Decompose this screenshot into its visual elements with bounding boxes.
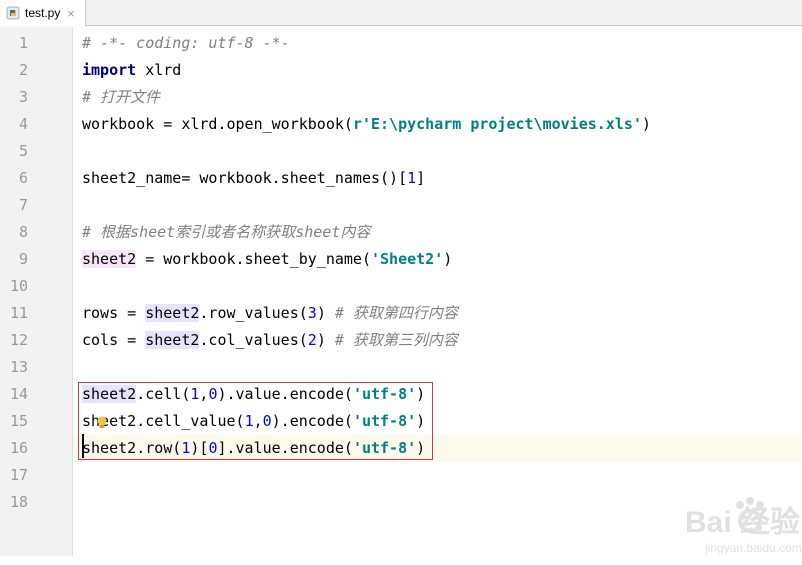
line-number: 3 bbox=[18, 88, 28, 106]
line-number: 16 bbox=[9, 439, 28, 457]
annotation-box bbox=[78, 382, 433, 460]
watermark-url: jingyan.baidu.com bbox=[705, 541, 802, 555]
code-line-3[interactable]: # 打开文件 bbox=[82, 84, 160, 111]
code-text: rows = bbox=[82, 304, 146, 322]
editor-tab-bar: test.py × bbox=[0, 0, 802, 26]
baidu-watermark: Bai 经验 jingyan.baidu.com bbox=[685, 495, 802, 565]
code-text: = workbook.sheet_by_name( bbox=[136, 250, 371, 268]
code-text: ) bbox=[316, 304, 335, 322]
watermark-brand: Bai 经验 bbox=[685, 506, 801, 539]
string-literal: 'Sheet2' bbox=[371, 250, 444, 268]
python-file-icon bbox=[6, 6, 20, 20]
tab-test-py[interactable]: test.py × bbox=[0, 0, 86, 26]
line-number: 2 bbox=[18, 61, 28, 79]
code-line-4[interactable]: workbook = xlrd.open_workbook(r'E:\pycha… bbox=[82, 111, 651, 138]
code-text: .row_values( bbox=[199, 304, 308, 322]
line-number-gutter: 1 2 3 4 5 6 7 8 9 10 11 12 13 14 15 16 1… bbox=[0, 27, 73, 556]
code-line-1[interactable]: # -*- coding: utf-8 -*- bbox=[82, 30, 290, 57]
line-number: 10 bbox=[9, 277, 28, 295]
tab-label: test.py bbox=[25, 6, 61, 20]
number-literal: 1 bbox=[407, 169, 417, 187]
code-text: workbook = xlrd.open_workbook( bbox=[82, 115, 353, 133]
code-text: ] bbox=[416, 169, 426, 187]
variable-highlight: sheet2 bbox=[145, 304, 200, 322]
code-line-11[interactable]: rows = sheet2.row_values(3) # 获取第四行内容 bbox=[82, 300, 458, 327]
line-number: 5 bbox=[18, 142, 28, 160]
code-text: cols = bbox=[82, 331, 146, 349]
line-number: 8 bbox=[18, 223, 28, 241]
number-literal: 2 bbox=[307, 331, 317, 349]
code-text: sheet2_name= workbook.sheet_names()[ bbox=[82, 169, 408, 187]
line-number: 14 bbox=[9, 385, 28, 403]
text-cursor bbox=[82, 434, 84, 458]
code-text: ) bbox=[443, 250, 453, 268]
line-number: 18 bbox=[9, 493, 28, 511]
string-literal: r'E:\pycharm project\movies.xls' bbox=[352, 115, 642, 133]
line-number: 11 bbox=[9, 304, 28, 322]
line-number: 15 bbox=[9, 412, 28, 430]
line-number: 6 bbox=[18, 169, 28, 187]
code-line-2[interactable]: import xlrd bbox=[82, 57, 181, 84]
number-literal: 3 bbox=[307, 304, 317, 322]
line-number: 4 bbox=[18, 115, 28, 133]
comment: # 打开文件 bbox=[82, 88, 161, 106]
line-number: 7 bbox=[18, 196, 28, 214]
code-line-12[interactable]: cols = sheet2.col_values(2) # 获取第三列内容 bbox=[82, 327, 458, 354]
lightbulb-icon[interactable] bbox=[96, 415, 108, 429]
comment: # 获取第四行内容 bbox=[334, 304, 458, 322]
code-text: ) bbox=[641, 115, 651, 133]
line-number: 12 bbox=[9, 331, 28, 349]
code-line-6[interactable]: sheet2_name= workbook.sheet_names()[1] bbox=[82, 165, 425, 192]
close-icon[interactable]: × bbox=[66, 7, 75, 20]
code-line-8[interactable]: # 根据sheet索引或者名称获取sheet内容 bbox=[82, 219, 370, 246]
line-number: 17 bbox=[9, 466, 28, 484]
code-text: xlrd bbox=[136, 61, 182, 79]
code-text: ) bbox=[316, 331, 335, 349]
code-text: .col_values( bbox=[199, 331, 308, 349]
line-number: 1 bbox=[18, 34, 28, 52]
line-number: 9 bbox=[18, 250, 28, 268]
comment: # 获取第三列内容 bbox=[334, 331, 458, 349]
variable-highlight: sheet2 bbox=[145, 331, 200, 349]
variable-highlight: sheet2 bbox=[82, 250, 137, 268]
code-line-9[interactable]: sheet2 = workbook.sheet_by_name('Sheet2'… bbox=[82, 246, 452, 273]
code-editor[interactable]: # -*- coding: utf-8 -*- import xlrd # 打开… bbox=[73, 27, 802, 556]
keyword-import: import bbox=[82, 61, 137, 79]
comment: # -*- coding: utf-8 -*- bbox=[82, 34, 290, 52]
line-number: 13 bbox=[9, 358, 28, 376]
comment: # 根据sheet索引或者名称获取sheet内容 bbox=[82, 223, 371, 241]
